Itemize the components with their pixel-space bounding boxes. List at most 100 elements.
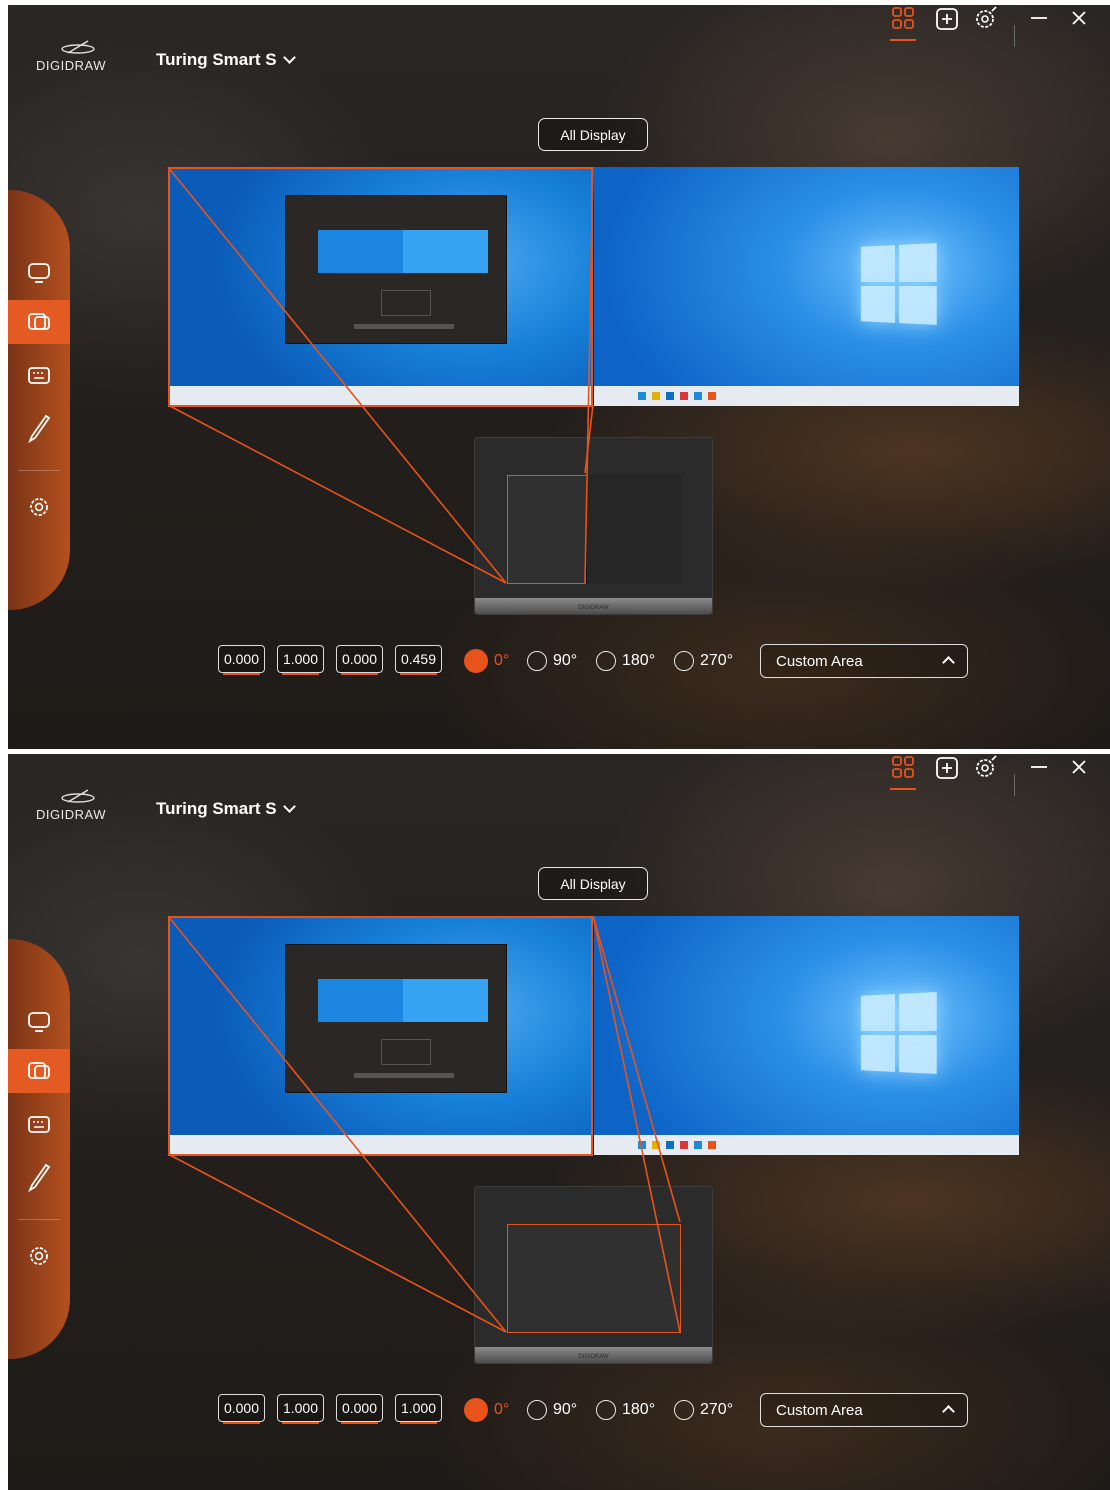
radio-selected-icon [464,1398,488,1422]
radio-icon [527,1400,547,1420]
tablet-brand-text: DIGIDRAW [578,605,609,611]
area-top-input[interactable]: 0.000 [336,645,383,675]
add-box-icon[interactable] [934,5,962,33]
dual-screen-icon [28,313,50,330]
active-tab-indicator [890,39,916,41]
sidebar-item-settings[interactable] [8,485,70,529]
rotation-radio-270[interactable]: 270° [674,650,733,672]
logo-text: DIGIDRAW [36,58,106,73]
monitor-icon [28,1012,50,1032]
windows-logo-icon [860,243,937,325]
chevron-up-icon [942,656,955,669]
nested-app-screenshot [285,944,507,1093]
sidebar-item-dual-screen[interactable] [8,300,70,344]
area-mode-dropdown[interactable]: Custom Area [760,1393,968,1427]
minimize-icon[interactable] [1026,754,1054,782]
rotation-radio-90[interactable]: 90° [527,650,577,672]
sidebar-divider [18,470,60,471]
nested-app-screenshot [285,195,507,344]
area-right-input[interactable]: 1.000 [277,645,324,675]
add-box-icon[interactable] [934,754,962,782]
logo-text: DIGIDRAW [36,807,106,822]
tablet-preview: DIGIDRAW [474,437,713,615]
sidebar-item-pen[interactable] [8,406,70,450]
sidebar-item-settings[interactable] [8,1234,70,1278]
settings-window-state-2: DIGIDRAW Turing Smart S All Display DIGI… [8,754,1110,1490]
settings-badge-icon[interactable] [972,5,1000,33]
device-name: Turing Smart S [156,50,277,69]
toolbar-divider [1014,774,1015,796]
radio-icon [527,651,547,671]
tablet-bottom-bar: DIGIDRAW [475,598,712,614]
area-top-input[interactable]: 0.000 [336,1394,383,1424]
chevron-up-icon [942,1405,955,1418]
taskbar-2 [594,386,1019,406]
close-icon[interactable] [1066,5,1094,33]
radio-icon [674,1400,694,1420]
monitor-icon [28,263,50,283]
sidebar-item-dual-screen[interactable] [8,1049,70,1093]
monitor-1-preview[interactable] [168,916,593,1155]
settings-badge-icon[interactable] [972,754,1000,782]
monitor-1-preview[interactable] [168,167,593,406]
grid-icon[interactable] [890,5,918,41]
minimize-icon[interactable] [1026,5,1054,33]
monitor-2-preview[interactable] [594,167,1019,406]
area-mode-dropdown[interactable]: Custom Area [760,644,968,678]
digidraw-logo: DIGIDRAW [36,786,120,826]
device-selector[interactable]: Turing Smart S [156,50,296,70]
digidraw-logo: DIGIDRAW [36,37,120,77]
toolbar-divider [1014,25,1015,47]
tablet-brand-text: DIGIDRAW [578,1354,609,1360]
sidebar-item-monitor[interactable] [8,1000,70,1044]
tablet-bottom-bar: DIGIDRAW [475,1347,712,1363]
device-name: Turing Smart S [156,799,277,818]
rotation-radio-270[interactable]: 270° [674,1399,733,1421]
rotation-radio-90[interactable]: 90° [527,1399,577,1421]
taskbar-1 [168,1135,593,1155]
active-tab-indicator [890,788,916,790]
radio-icon [674,651,694,671]
all-display-button[interactable]: All Display [538,118,648,151]
tablet-active-area[interactable] [507,1224,681,1333]
tablet-preview: DIGIDRAW [474,1186,713,1364]
keyboard-icon [28,367,50,384]
sidebar-divider [18,1219,60,1220]
sidebar [8,190,70,610]
radio-selected-icon [464,649,488,673]
radio-icon [596,651,616,671]
grid-icon[interactable] [890,754,918,790]
chevron-down-icon [282,51,296,64]
monitor-2-preview[interactable] [594,916,1019,1155]
settings-window-state-1: DIGIDRAW Turing Smart S All Display DIGI… [8,5,1110,749]
sidebar-item-keyboard[interactable] [8,1103,70,1147]
taskbar-1 [168,386,593,406]
rotation-radio-0[interactable]: 0° [464,1398,509,1422]
windows-logo-icon [860,992,937,1074]
device-selector[interactable]: Turing Smart S [156,799,296,819]
sidebar-item-monitor[interactable] [8,251,70,295]
keyboard-icon [28,1116,50,1133]
taskbar-2 [594,1135,1019,1155]
dual-screen-icon [28,1062,50,1079]
all-display-button[interactable]: All Display [538,867,648,900]
radio-icon [596,1400,616,1420]
pen-icon [28,414,51,443]
sidebar-item-pen[interactable] [8,1155,70,1199]
rotation-radio-180[interactable]: 180° [596,650,655,672]
rotation-radio-0[interactable]: 0° [464,649,509,673]
area-left-input[interactable]: 0.000 [218,645,265,675]
area-bottom-input[interactable]: 0.459 [395,645,442,675]
rotation-radio-180[interactable]: 180° [596,1399,655,1421]
sidebar-item-keyboard[interactable] [8,354,70,398]
pen-icon [28,1163,51,1192]
area-mode-value: Custom Area [776,1401,863,1419]
area-left-input[interactable]: 0.000 [218,1394,265,1424]
close-icon[interactable] [1066,754,1094,782]
area-bottom-input[interactable]: 1.000 [395,1394,442,1424]
area-mode-value: Custom Area [776,652,863,670]
area-right-input[interactable]: 1.000 [277,1394,324,1424]
gear-icon [30,1247,48,1265]
sidebar [8,939,70,1359]
chevron-down-icon [282,800,296,813]
